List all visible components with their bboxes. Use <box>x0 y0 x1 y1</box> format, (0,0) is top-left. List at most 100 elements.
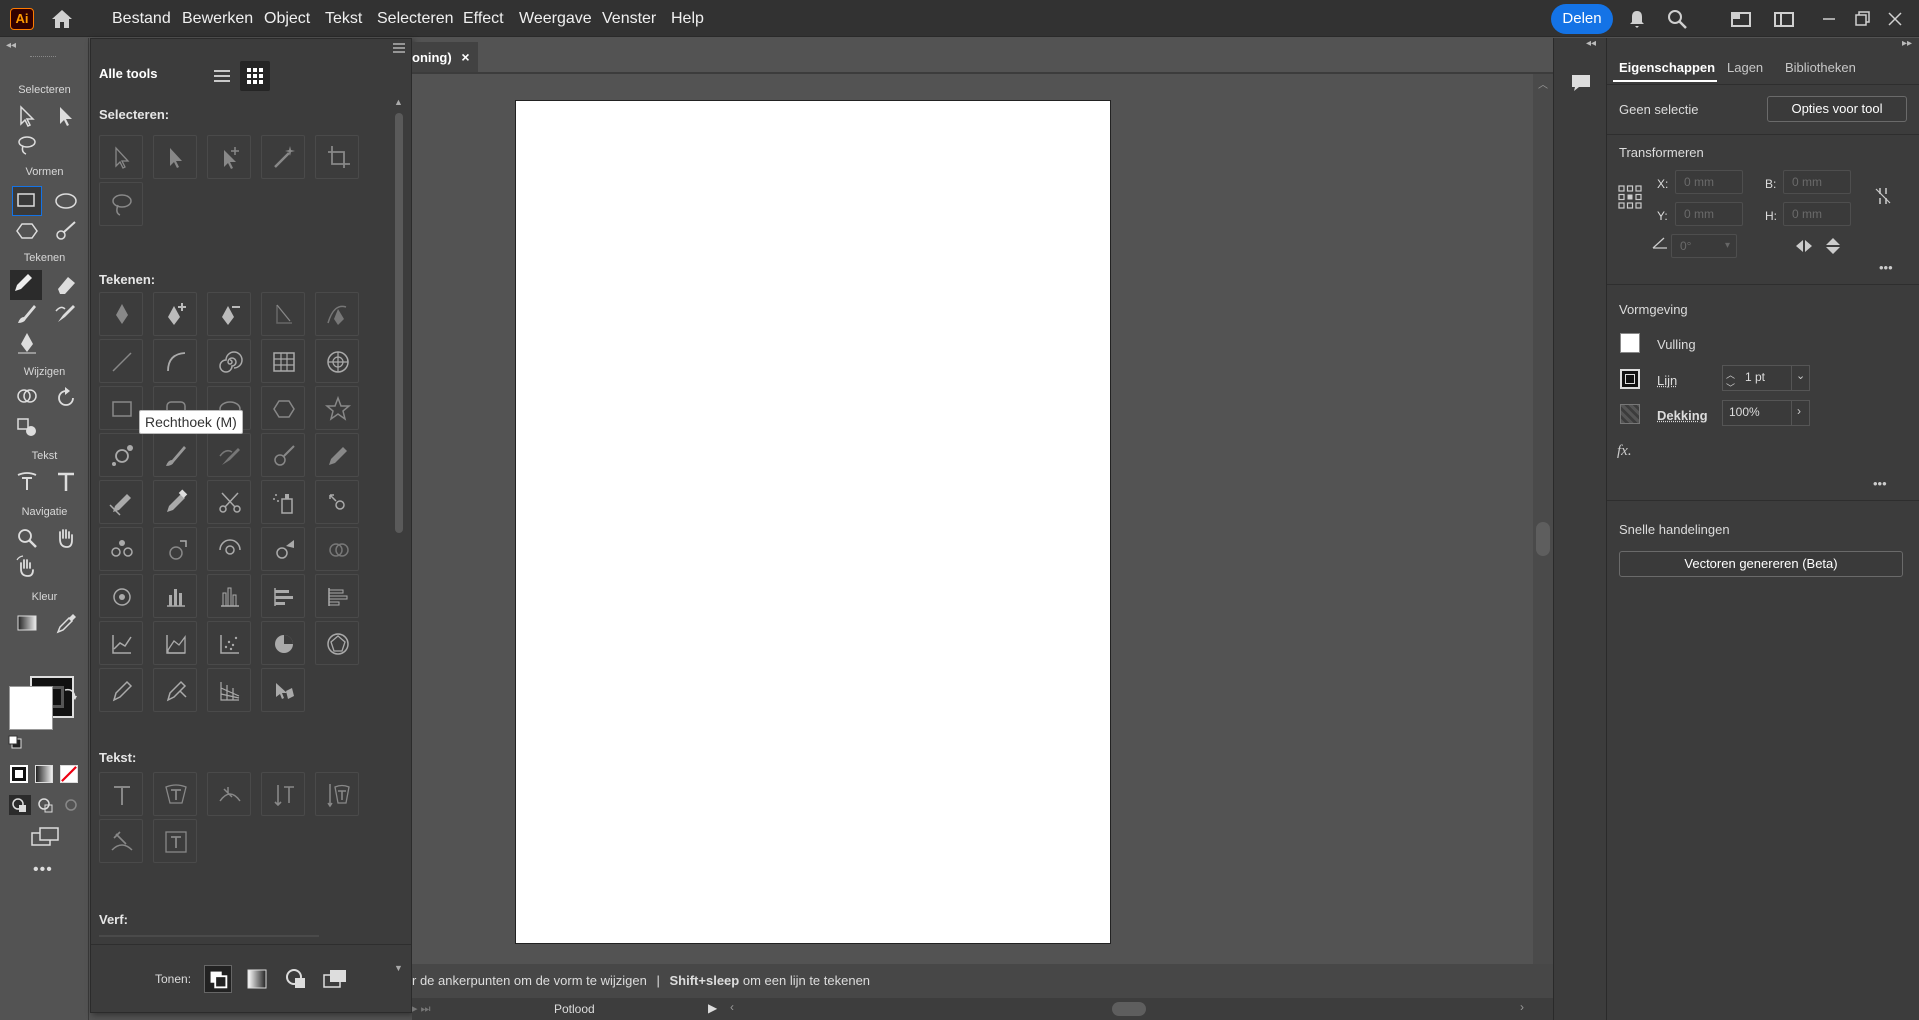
scroll-up-icon[interactable]: ︿ <box>1538 76 1548 91</box>
show-draw-modes-icon[interactable] <box>282 965 310 993</box>
constrain-proportions-icon[interactable] <box>1872 185 1894 207</box>
menu-weergave[interactable]: Weergave <box>511 0 600 37</box>
direct-selection-tool-icon[interactable] <box>53 103 79 129</box>
canvas-vertical-scrollbar[interactable]: ︿ ﹀ <box>1533 74 1553 995</box>
fx-icon[interactable]: fx. <box>1617 443 1632 460</box>
symbol-shifter-tool-icon[interactable] <box>315 480 359 524</box>
collapse-right-dock-icon[interactable]: ▸▸ <box>1902 38 1912 49</box>
none-mode-icon[interactable] <box>60 765 78 783</box>
generate-vectors-button[interactable]: Vectoren genereren (Beta) <box>1619 551 1903 577</box>
smooth-tool-icon[interactable] <box>99 480 143 524</box>
show-screen-modes-icon[interactable] <box>321 965 349 993</box>
anchor-point-tool-icon[interactable] <box>261 292 305 336</box>
flip-vertical-icon[interactable] <box>1822 236 1844 256</box>
stroke-weight-input[interactable]: ︿ ﹀ 1 pt ⌄ <box>1722 365 1810 394</box>
perspective-selection-tool-icon[interactable] <box>261 668 305 712</box>
curvature-tool-icon[interactable] <box>315 292 359 336</box>
flare-tool-icon[interactable] <box>99 433 143 477</box>
selection-tool-icon[interactable] <box>14 103 40 129</box>
flyout-menu-icon[interactable] <box>391 41 407 55</box>
symbol-styler-tool-icon[interactable] <box>99 574 143 618</box>
line-graph-tool-icon[interactable] <box>99 621 143 665</box>
draw-normal-icon[interactable] <box>9 795 31 815</box>
scissors-tool-icon[interactable] <box>207 480 251 524</box>
menu-effect[interactable]: Effect <box>455 0 512 37</box>
stroke-weight-stepper[interactable]: ︿ ﹀ <box>1726 368 1735 394</box>
collapse-panel-icon[interactable]: ◂◂ <box>6 40 16 51</box>
draw-behind-icon[interactable] <box>35 795 57 815</box>
pen-nib-tool-icon[interactable] <box>99 668 143 712</box>
flip-horizontal-icon[interactable] <box>1793 236 1815 256</box>
appearance-more-options[interactable]: ••• <box>1873 476 1887 491</box>
menu-bestand[interactable]: Bestand <box>104 0 179 37</box>
menu-object[interactable]: Object <box>256 0 318 37</box>
symbol-stainer-tool-icon[interactable] <box>261 527 305 571</box>
grid-view-icon[interactable] <box>240 61 270 91</box>
type-tool-icon[interactable] <box>99 772 143 816</box>
delete-anchor-point-tool-icon[interactable] <box>207 292 251 336</box>
minimize-icon[interactable] <box>1818 8 1840 30</box>
bell-icon[interactable] <box>1626 8 1648 30</box>
pencil-tool-icon[interactable] <box>10 270 42 300</box>
perspective-grid-tool-icon[interactable] <box>207 668 251 712</box>
radar-graph-tool-icon[interactable] <box>315 621 359 665</box>
blob-brush-tool-icon[interactable] <box>53 301 79 327</box>
tab-bibliotheken[interactable]: Bibliotheken <box>1785 60 1856 75</box>
blob-brush-tool-icon[interactable] <box>207 433 251 477</box>
document-tab[interactable]: oning) × <box>412 42 478 72</box>
tab-lagen[interactable]: Lagen <box>1727 60 1763 75</box>
column-graph-tool-icon[interactable] <box>153 574 197 618</box>
swap-colors-icon[interactable] <box>62 686 78 702</box>
hand-tool-icon[interactable] <box>53 525 79 551</box>
add-anchor-point-tool-icon[interactable] <box>153 292 197 336</box>
group-selection-tool-icon[interactable] <box>207 135 251 179</box>
menu-selecteren[interactable]: Selecteren <box>369 0 462 37</box>
bar-graph-tool-icon[interactable] <box>261 574 305 618</box>
tool-options-button[interactable]: Opties voor tool <box>1767 96 1907 122</box>
show-fill-stroke-icon[interactable] <box>204 965 232 993</box>
touch-type-tool-icon[interactable] <box>153 819 197 863</box>
lasso-tool-icon[interactable] <box>14 132 40 158</box>
rectangle-tool-icon[interactable] <box>99 386 143 430</box>
opacity-input[interactable]: 100% › <box>1722 400 1810 426</box>
pen-tool-icon[interactable] <box>14 330 40 356</box>
line-segment-tool-icon[interactable] <box>99 339 143 383</box>
spiral-tool-icon[interactable] <box>207 339 251 383</box>
close-tab-icon[interactable]: × <box>461 49 469 65</box>
symbol-scruncher-tool-icon[interactable] <box>99 527 143 571</box>
symbol-spinner-tool-icon[interactable] <box>207 527 251 571</box>
vertical-type-tool-icon[interactable] <box>261 772 305 816</box>
magic-wand-tool-icon[interactable] <box>261 135 305 179</box>
polygon-tool-icon[interactable] <box>14 218 40 244</box>
menu-bewerken[interactable]: Bewerken <box>174 0 261 37</box>
stroke-swatch[interactable] <box>1620 369 1640 389</box>
area-graph-tool-icon[interactable] <box>153 621 197 665</box>
canvas-horizontal-scroll-thumb[interactable] <box>1112 1002 1146 1016</box>
vertical-type-on-path-tool-icon[interactable] <box>99 819 143 863</box>
symbol-screener-tool-icon[interactable] <box>315 527 359 571</box>
more-tools-button[interactable]: ••• <box>33 861 53 879</box>
drag-handle[interactable] <box>30 56 56 58</box>
show-gradient-icon[interactable] <box>243 965 271 993</box>
menu-help[interactable]: Help <box>663 0 712 37</box>
h-input[interactable]: 0 mm <box>1783 202 1851 226</box>
y-input[interactable]: 0 mm <box>1675 202 1743 226</box>
pen-tool-icon[interactable] <box>99 292 143 336</box>
opacity-swatch[interactable] <box>1620 404 1640 424</box>
menu-venster[interactable]: Venster <box>594 0 664 37</box>
comments-icon[interactable] <box>1568 70 1594 96</box>
stroke-label[interactable]: Lijn <box>1657 373 1677 388</box>
chevron-down-icon[interactable]: ⌄ <box>1796 369 1805 382</box>
paintbrush-tool-icon[interactable] <box>153 433 197 477</box>
shaper-tool-icon[interactable] <box>53 218 79 244</box>
search-icon[interactable] <box>1666 8 1688 30</box>
type-on-path-tool-icon[interactable] <box>14 469 40 495</box>
workspace-icon[interactable] <box>1730 8 1752 30</box>
expand-panel-icon[interactable]: ◂◂ <box>1586 38 1596 49</box>
gradient-mode-icon[interactable] <box>35 765 53 783</box>
opacity-label[interactable]: Dekking <box>1657 408 1708 423</box>
stacked-bar-graph-tool-icon[interactable] <box>315 574 359 618</box>
area-type-tool-icon[interactable] <box>153 772 197 816</box>
star-tool-icon[interactable] <box>315 386 359 430</box>
type-on-a-path-tool-icon[interactable] <box>207 772 251 816</box>
